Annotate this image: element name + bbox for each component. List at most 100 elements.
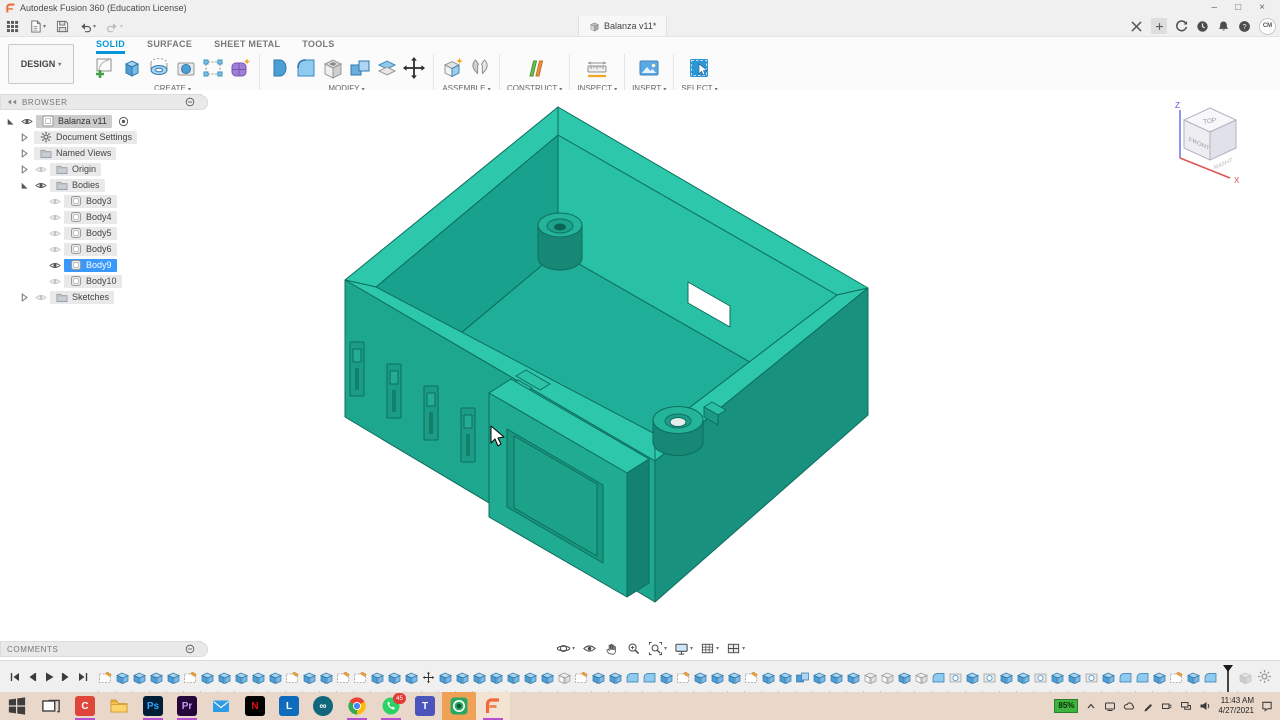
taskbar-premiere[interactable]: Pr [170,692,204,720]
tree-item-balanza-v11[interactable]: Balanza v11 [0,113,202,129]
model-boss-back[interactable] [538,213,582,270]
taskbar-file-explorer[interactable] [102,692,136,720]
timeline-feature-extrude[interactable] [438,671,453,684]
select-icon[interactable] [687,56,711,80]
timeline-feature-shell[interactable] [982,671,997,684]
timeline-feature-fillet[interactable] [625,671,640,684]
timeline-playhead[interactable] [1221,664,1235,692]
tray-pen-icon[interactable] [1142,700,1154,712]
visibility-eye-icon[interactable] [34,181,47,190]
taskbar-photoshop[interactable]: Ps [136,692,170,720]
taskbar-mail[interactable] [204,692,238,720]
timeline-feature-extrude-suppressed[interactable] [1238,671,1253,684]
collapse-arrow-icon[interactable] [18,181,31,190]
timeline-feature-extrude[interactable] [166,671,181,684]
sweep-icon[interactable] [174,56,198,80]
tree-item-origin[interactable]: Origin [0,161,202,177]
create-sketch-icon[interactable] [93,56,117,80]
taskbar-teams[interactable]: T [408,692,442,720]
grid-settings-button[interactable]: ▾ [700,641,719,656]
visibility-eye-icon[interactable] [48,245,61,254]
tray-tablet-icon[interactable] [1104,700,1116,712]
timeline-feature-extrude[interactable] [965,671,980,684]
timeline-feature-fillet[interactable] [1203,671,1218,684]
expand-arrow-icon[interactable] [18,149,31,158]
timeline-feature-sketch[interactable] [336,671,351,684]
taskbar-fusion-360[interactable] [476,692,510,720]
tree-item-body5[interactable]: Body5 [0,225,202,241]
extrude-icon[interactable] [120,56,144,80]
timeline-feature-extrude[interactable] [489,671,504,684]
document-tab[interactable]: Balanza v11* [578,16,667,36]
tree-item-body6[interactable]: Body6 [0,241,202,257]
taskbar-start[interactable] [0,692,34,720]
revolve-icon[interactable] [147,56,171,80]
timeline-feature-extrude[interactable] [115,671,130,684]
tab-solid[interactable]: SOLID [96,39,125,54]
maximize-button[interactable]: □ [1235,0,1241,16]
go-to-end-button[interactable] [77,671,89,683]
pan-button[interactable] [604,641,619,656]
timeline-feature-extrude[interactable] [999,671,1014,684]
timeline-feature-shell[interactable] [1084,671,1099,684]
timeline-feature-box[interactable] [880,671,895,684]
redo-icon[interactable]: ▾ [106,20,123,33]
timeline-feature-move[interactable] [421,671,436,684]
timeline-feature-box[interactable] [557,671,572,684]
tab-tools[interactable]: TOOLS [302,39,334,54]
collapse-left-icon[interactable] [7,97,17,107]
fit-button[interactable]: ▾ [648,641,667,656]
close-doc-icon[interactable] [1130,20,1143,33]
taskbar-chrome[interactable] [340,692,374,720]
save-icon[interactable] [56,20,69,33]
file-menu-icon[interactable]: ▾ [29,20,46,33]
timeline-feature-extrude[interactable] [897,671,912,684]
collapse-arrow-icon[interactable] [4,117,17,126]
timeline-feature-extrude[interactable] [1152,671,1167,684]
timeline-feature-extrude[interactable] [523,671,538,684]
expand-arrow-icon[interactable] [18,133,31,142]
timeline-feature-extrude[interactable] [268,671,283,684]
move-icon[interactable] [402,56,426,80]
model-viewport[interactable]: Z X TOP FRONT RIGHT BROWSER Balanza v11D… [0,90,1280,660]
timeline-feature-extrude[interactable] [1016,671,1031,684]
tray-chevron-up-icon[interactable] [1085,700,1097,712]
measure-icon[interactable] [585,56,609,80]
minimize-button[interactable]: – [1212,0,1218,16]
tree-item-sketches[interactable]: Sketches [0,289,202,305]
timeline-feature-sketch[interactable] [98,671,113,684]
tray-usb-icon[interactable] [1161,700,1173,712]
tray-volume-icon[interactable] [1199,700,1211,712]
press-pull-icon[interactable] [267,56,291,80]
taskbar-clock[interactable]: 11:43 AM 4/27/2021 [1218,696,1254,715]
expand-arrow-icon[interactable] [18,293,31,302]
help-icon[interactable]: ? [1238,20,1251,33]
zoom-button[interactable] [626,641,641,656]
timeline-feature-extrude[interactable] [200,671,215,684]
timeline-feature-extrude[interactable] [251,671,266,684]
timeline-feature-extrude[interactable] [727,671,742,684]
visibility-eye-icon[interactable] [34,293,47,302]
timeline-feature-shell[interactable] [1033,671,1048,684]
tray-network-icon[interactable] [1180,700,1192,712]
timeline-feature-extrude[interactable] [591,671,606,684]
undo-icon[interactable]: ▾ [79,20,96,33]
timeline-feature-extrude[interactable] [608,671,623,684]
tree-item-document-settings[interactable]: Document Settings [0,129,202,145]
timeline-feature-extrude[interactable] [455,671,470,684]
timeline-feature-sketch[interactable] [285,671,300,684]
create-form-icon[interactable] [228,56,252,80]
comments-panel-header[interactable]: COMMENTS [0,641,202,657]
timeline-track[interactable] [98,658,1253,696]
taskbar-whatsapp[interactable]: 45 [374,692,408,720]
timeline-feature-extrude[interactable] [761,671,776,684]
timeline-feature-extrude[interactable] [370,671,385,684]
new-component-icon[interactable] [441,56,465,80]
timeline-feature-extrude[interactable] [1186,671,1201,684]
timeline-feature-extrude[interactable] [540,671,555,684]
timeline-feature-fillet[interactable] [1135,671,1150,684]
sketch-tools-icon[interactable] [201,56,225,80]
timeline-settings-gear-icon[interactable] [1257,669,1272,684]
timeline-feature-sketch[interactable] [183,671,198,684]
new-doc-icon[interactable] [1151,18,1167,34]
